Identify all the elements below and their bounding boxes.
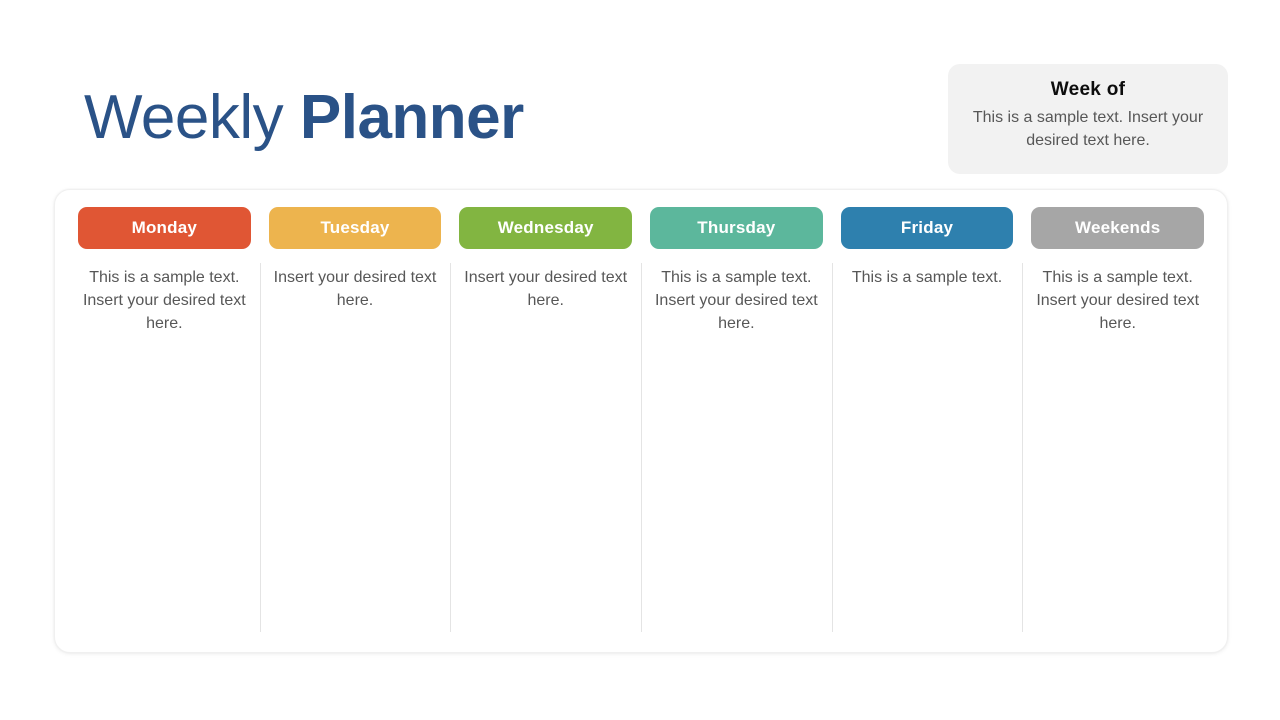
page-title: Weekly Planner xyxy=(84,78,524,158)
day-header-thursday[interactable]: Thursday xyxy=(650,207,823,249)
day-note-friday[interactable]: This is a sample text. xyxy=(844,266,1011,289)
page-title-bold: Planner xyxy=(299,83,524,152)
week-of-title: Week of xyxy=(1050,79,1126,100)
day-column-thursday: Thursday This is a sample text. Insert y… xyxy=(641,207,832,652)
planner-grid: Monday This is a sample text. Insert you… xyxy=(55,190,1227,652)
day-column-wednesday: Wednesday Insert your desired text here. xyxy=(450,207,641,652)
day-column-monday: Monday This is a sample text. Insert you… xyxy=(69,207,260,652)
day-header-tuesday[interactable]: Tuesday xyxy=(268,207,442,249)
day-column-tuesday: Tuesday Insert your desired text here. xyxy=(259,207,451,652)
week-of-card[interactable]: Week of This is a sample text. Insert yo… xyxy=(948,64,1228,174)
day-header-monday[interactable]: Monday xyxy=(78,207,251,249)
day-column-friday: Friday This is a sample text. xyxy=(831,207,1023,652)
weekly-planner-card: Monday This is a sample text. Insert you… xyxy=(54,189,1228,653)
day-header-friday[interactable]: Friday xyxy=(840,207,1014,249)
day-note-weekends[interactable]: This is a sample text. Insert your desir… xyxy=(1034,266,1201,335)
week-of-body[interactable]: This is a sample text. Insert your desir… xyxy=(962,106,1214,152)
day-note-thursday[interactable]: This is a sample text. Insert your desir… xyxy=(653,266,820,335)
day-note-monday[interactable]: This is a sample text. Insert your desir… xyxy=(81,266,248,335)
page-title-light: Weekly xyxy=(84,83,284,152)
day-note-tuesday[interactable]: Insert your desired text here. xyxy=(272,266,439,312)
day-header-weekends[interactable]: Weekends xyxy=(1031,207,1205,249)
day-note-wednesday[interactable]: Insert your desired text here. xyxy=(462,266,629,312)
day-header-wednesday[interactable]: Wednesday xyxy=(459,207,633,249)
day-column-weekends: Weekends This is a sample text. Insert y… xyxy=(1022,207,1213,652)
